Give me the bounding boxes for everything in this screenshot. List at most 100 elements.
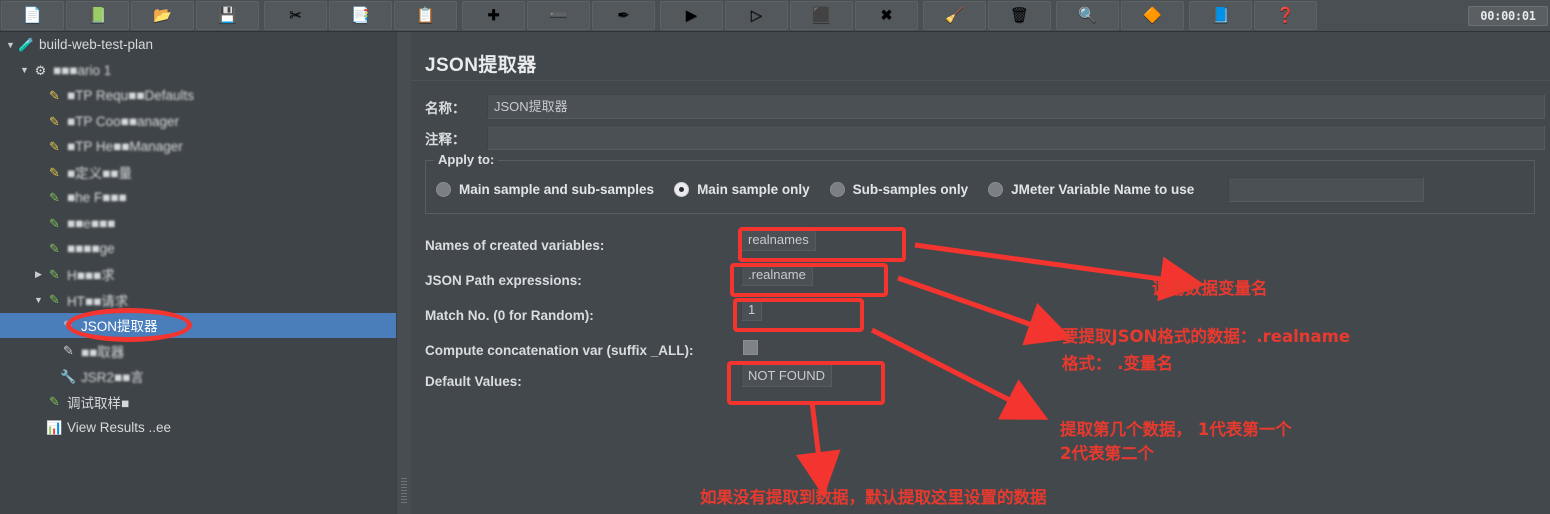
tree-node-icon: ✎ — [49, 139, 60, 155]
chevron-down-icon[interactable]: ▼ — [4, 40, 17, 50]
tree-row[interactable]: 📊 View Results ..ee — [0, 415, 396, 441]
chevron-down-icon[interactable]: ▼ — [18, 65, 31, 75]
tree-node-icon: ✎ — [49, 88, 60, 104]
tree-node-icon: ✎ — [49, 394, 60, 410]
tree-row[interactable]: ✎ ■定义■■量 — [0, 160, 396, 186]
tree-row[interactable]: ✎ ■■e■■■ — [0, 211, 396, 237]
save-icon: 💾 — [218, 7, 237, 24]
toolbar-templates-button[interactable]: 📗 — [66, 1, 129, 30]
field-label: Names of created variables: — [425, 237, 605, 253]
toolbar-paste-button[interactable]: 📋 — [394, 1, 457, 30]
radio-button-icon[interactable] — [988, 181, 1004, 197]
apply-to-group: Apply to: Main sample and sub-samples Mai… — [425, 152, 1535, 214]
tree-row[interactable]: ✎ ■TP Requ■■Defaults — [0, 83, 396, 109]
radio-button-icon[interactable] — [674, 181, 690, 197]
toolbar-copy-button[interactable]: 📑 — [329, 1, 392, 30]
toolbar-shutdown-button[interactable]: ✖ — [855, 1, 918, 30]
new-icon: 📄 — [23, 7, 42, 24]
radio-option-0[interactable]: Main sample and sub-samples — [436, 181, 654, 197]
toolbar-separator — [656, 0, 659, 32]
tree-row[interactable]: ✎ ■TP He■■Manager — [0, 134, 396, 160]
toolbar-new-button[interactable]: 📄 — [1, 1, 64, 30]
tree-row[interactable]: ▶ ✎ H■■■求 — [0, 262, 396, 288]
tree-node-icon: ✎ — [63, 343, 74, 359]
chevron-right-icon[interactable]: ▶ — [32, 269, 45, 280]
function-helper-icon: 📘 — [1211, 7, 1230, 24]
form-row: Compute concatenation var (suffix _ALL): — [425, 333, 1535, 367]
toolbar-open-button[interactable]: 📂 — [131, 1, 194, 30]
field-input[interactable]: NOT FOUND — [741, 364, 833, 387]
chevron-down-icon[interactable]: ▼ — [32, 295, 45, 305]
tree-node-icon: ✎ — [49, 164, 60, 180]
toolbar-start-button[interactable]: ▶ — [660, 1, 723, 30]
toolbar-expand-all-button[interactable]: ✚ — [462, 1, 525, 30]
tree-row[interactable]: ▼ 🧪 build-web-test-plan — [0, 32, 396, 58]
tree-node-label: ■TP Requ■■Defaults — [67, 88, 195, 104]
jmeter-variable-name-input[interactable] — [1228, 176, 1425, 202]
tree-node-icon: ✎ — [49, 215, 60, 231]
radio-button-icon[interactable] — [436, 181, 451, 197]
field-input[interactable]: realnames — [741, 228, 816, 251]
field-label: Match No. (0 for Random): — [425, 307, 594, 323]
copy-icon: 📑 — [351, 7, 370, 24]
panel-splitter[interactable] — [396, 32, 412, 514]
comment-row: 注释： — [425, 124, 1545, 151]
toolbar-search-button[interactable]: 🔍 — [1056, 1, 1119, 30]
field-wrapper: NOT FOUND — [741, 364, 833, 387]
field-input[interactable]: 1 — [741, 298, 763, 321]
toolbar-separator — [1185, 0, 1188, 32]
tree-row[interactable]: ▼ ⚙ ■■■ario 1 — [0, 58, 396, 84]
help-icon: ❓ — [1276, 7, 1295, 24]
tree-row[interactable]: ✎ ■he F■■■ — [0, 185, 396, 211]
toolbar-save-button[interactable]: 💾 — [196, 1, 259, 30]
templates-icon: 📗 — [88, 7, 107, 24]
toolbar-separator — [919, 0, 922, 32]
compute-concatenation-checkbox[interactable] — [743, 340, 758, 355]
tree-row[interactable]: 🔧 JSR2■■言 — [0, 364, 396, 390]
tree-node-label: ■■■ario 1 — [53, 62, 112, 78]
toolbar-toggle-button[interactable]: ✒ — [592, 1, 655, 30]
tree-node-icon: ✎ — [49, 241, 60, 257]
field-input[interactable]: .realname — [741, 263, 813, 286]
field-wrapper: .realname — [741, 263, 813, 286]
tree-node-icon: ✎ — [49, 292, 60, 308]
toolbar-help-button[interactable]: ❓ — [1254, 1, 1317, 30]
tree-node-icon: ✎ — [49, 266, 60, 282]
tree-row-selected[interactable]: ✎ JSON提取器 — [0, 312, 396, 338]
tree-node-icon: ✎ — [63, 317, 74, 333]
toolbar-start-no-timers-button[interactable]: ▷ — [725, 1, 788, 30]
tree-row[interactable]: ✎ 调试取样■ — [0, 389, 396, 415]
toolbar-function-helper-button[interactable]: 📘 — [1189, 1, 1252, 30]
toolbar-collapse-all-button[interactable]: ➖ — [527, 1, 590, 30]
tree-row[interactable]: ✎ ■■取器 — [0, 338, 396, 364]
toolbar-stop-button[interactable]: ⬛ — [790, 1, 853, 30]
field-wrapper: 1 — [741, 298, 763, 321]
shutdown-icon: ✖ — [880, 7, 893, 24]
tree-node-label: ■he F■■■ — [67, 190, 127, 206]
toolbar-cut-button[interactable]: ✂ — [264, 1, 327, 30]
expand-all-icon: ✚ — [487, 7, 500, 24]
tree-node-label: ■TP Coo■■anager — [67, 113, 180, 129]
name-input[interactable]: JSON提取器 — [487, 94, 1545, 119]
tree-row[interactable]: ✎ ■■■■ge — [0, 236, 396, 262]
form-row: JSON Path expressions: .realname — [425, 263, 1535, 297]
test-plan-tree[interactable]: ▼ 🧪 build-web-test-plan ▼ ⚙ ■■■ario 1 ✎ ■TP Req… — [0, 32, 396, 514]
tree-node-icon: ✎ — [49, 113, 60, 129]
tree-row[interactable]: ▼ ✎ HT■■请求 — [0, 287, 396, 313]
radio-option-3[interactable]: JMeter Variable Name to use — [988, 181, 1195, 197]
toolbar-separator — [458, 0, 461, 32]
tree-node-label: JSR2■■言 — [81, 370, 144, 386]
radio-option-2[interactable]: Sub-samples only — [829, 181, 968, 197]
clear-icon: 🧹 — [945, 7, 964, 24]
toolbar-search-reset-button[interactable]: 🔶 — [1121, 1, 1184, 30]
title-divider — [411, 80, 1550, 81]
toolbar-clear-all-button[interactable]: 🗑 — [988, 1, 1051, 30]
radio-button-icon[interactable] — [829, 181, 845, 197]
radio-label: JMeter Variable Name to use — [1011, 181, 1195, 197]
comment-input[interactable] — [487, 125, 1545, 150]
radio-option-1[interactable]: Main sample only — [674, 181, 810, 197]
field-wrapper: realnames — [741, 228, 816, 251]
tree-row[interactable]: ✎ ■TP Coo■■anager — [0, 109, 396, 135]
toolbar-clear-button[interactable]: 🧹 — [923, 1, 986, 30]
splitter-grip[interactable] — [401, 478, 407, 504]
